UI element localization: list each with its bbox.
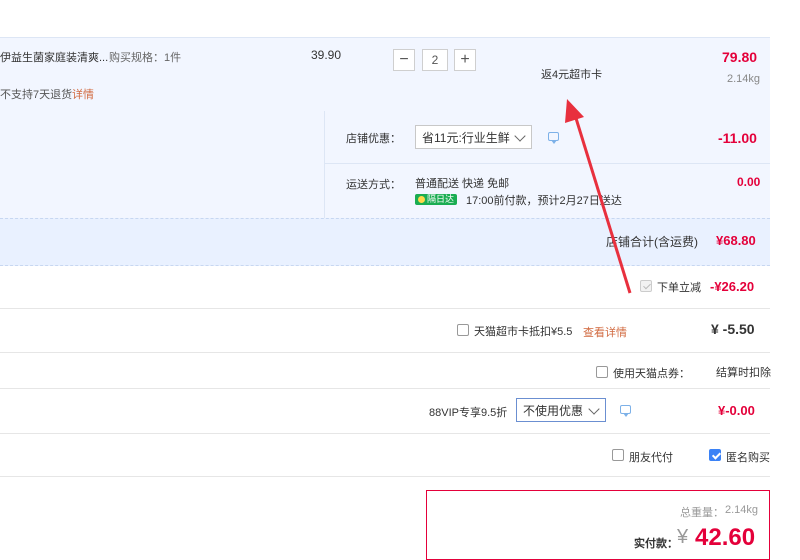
view-details-link[interactable]: 查看详情 (583, 324, 627, 340)
shipping-amount: 0.00 (737, 175, 761, 189)
friend-pay-label: 朋友代付 (629, 452, 673, 464)
vip-selected: 不使用优惠 (523, 403, 584, 418)
shop-discount-selected: 省11元:行业生鲜 (422, 130, 510, 145)
vip-label: 88VIP专享9.5折 (429, 407, 508, 419)
divider (0, 352, 770, 353)
tmall-points-note: 结算时扣除 (716, 367, 771, 379)
promo-divider (324, 163, 770, 164)
currency-symbol: ¥ (677, 526, 689, 548)
chevron-down-icon (588, 403, 600, 415)
message-icon[interactable] (620, 405, 631, 417)
vip-amount: ¥-0.00 (718, 403, 755, 418)
shop-discount-amount: -11.00 (718, 130, 757, 146)
shop-discount-label: 店铺优惠： (346, 133, 401, 145)
chevron-down-icon (514, 130, 526, 142)
tmall-points-checkbox[interactable] (596, 366, 608, 378)
no-return-notice: 不支持7天退货 (0, 89, 73, 101)
next-day-badge-label: 隔日达 (427, 194, 455, 204)
plus-icon: + (460, 51, 470, 68)
supermarket-card-label: 天猫超市卡抵扣¥5.5 (474, 326, 573, 338)
promo-area (0, 111, 770, 218)
divider (0, 388, 770, 389)
shipping-eta: 17:00前付款，预计2月27日送达 (466, 195, 622, 207)
total-weight-label: 总重量： (680, 507, 724, 519)
unit-price: 39.90 (311, 48, 342, 62)
anonymous-checkbox[interactable] (709, 449, 721, 461)
supermarket-card-amount: ¥ -5.50 (711, 321, 755, 337)
divider (0, 476, 770, 477)
instant-discount-label: 下单立减 (657, 282, 701, 294)
supermarket-card-checkbox[interactable] (457, 324, 469, 336)
quantity-input[interactable]: 2 (422, 49, 448, 71)
product-total-price: 79.80 (722, 49, 758, 65)
shop-total-amount: ¥68.80 (716, 233, 756, 248)
shipping-label: 运送方式： (346, 179, 401, 191)
shop-discount-select[interactable]: 省11元:行业生鲜 (415, 125, 532, 149)
friend-pay-checkbox[interactable] (612, 449, 624, 461)
vip-select[interactable]: 不使用优惠 (516, 398, 606, 422)
promo-divider (324, 111, 325, 218)
tmall-points-label: 使用天猫点券： (613, 368, 690, 380)
quantity-increase-button[interactable]: + (454, 49, 476, 71)
shipping-method: 普通配送 快递 免邮 (415, 178, 510, 190)
product-weight: 2.14kg (727, 73, 761, 85)
details-link[interactable]: 详情 (72, 86, 94, 102)
total-weight-value: 2.14kg (725, 504, 759, 516)
shop-total-label: 店铺合计(含运费) (606, 235, 698, 249)
product-spec: 购买规格：1件 (109, 52, 182, 64)
paid-amount: 42.60 (695, 524, 756, 551)
quantity-decrease-button[interactable]: − (393, 49, 415, 71)
paid-label: 实付款： (634, 538, 678, 550)
clock-icon (418, 196, 425, 203)
next-day-badge: 隔日达 (415, 194, 458, 205)
instant-discount-amount: -¥26.20 (710, 279, 755, 294)
instant-discount-checkbox[interactable] (640, 280, 652, 292)
divider (0, 433, 770, 434)
anonymous-label: 匿名购买 (726, 452, 770, 464)
rebate-text: 返4元超市卡 (541, 69, 603, 81)
product-name[interactable]: 伊益生菌家庭装清爽... (0, 49, 108, 65)
divider (0, 308, 770, 309)
minus-icon: − (399, 51, 409, 68)
message-icon[interactable] (548, 132, 559, 144)
